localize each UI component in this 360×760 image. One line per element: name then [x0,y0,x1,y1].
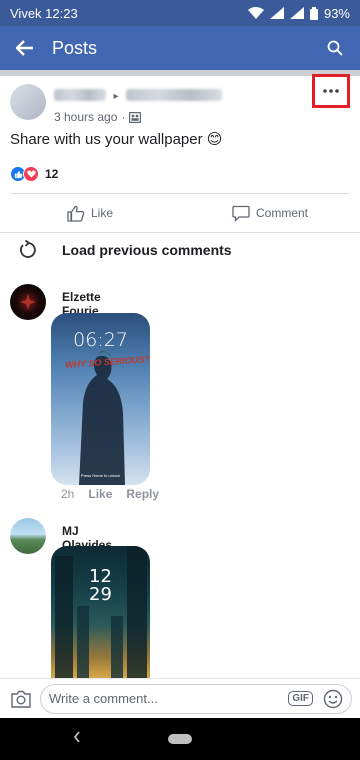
emoji-icon[interactable] [323,689,343,709]
group-icon [129,111,142,123]
wallpaper-footer-text: Press Home to unlock [80,473,121,478]
thumbs-up-icon [67,205,85,222]
post-author-name[interactable]: ▸ [54,86,222,104]
search-button[interactable] [322,35,348,61]
signal-icon [269,7,284,19]
status-bar: Vivek 12:23 93% [0,0,360,26]
comment-like-button[interactable]: Like [88,487,112,501]
comment-meta: 2h Like Reply [61,487,159,501]
gif-button[interactable]: GIF [288,691,313,706]
camera-button[interactable] [8,686,34,712]
load-previous-label: Load previous comments [62,242,232,258]
comment-input[interactable]: Write a comment... GIF [40,683,352,714]
like-label: Like [90,206,113,220]
back-button[interactable] [12,35,38,61]
post-header: ▸ 3 hours ago · [10,74,350,124]
post-author-avatar[interactable] [10,84,46,120]
comment-placeholder: Write a comment... [49,691,158,706]
like-button[interactable]: Like [0,198,180,228]
camera-icon [11,690,31,708]
system-nav-bar [0,718,360,760]
wallpaper-clock: 12 29 [89,566,112,605]
load-previous-comments[interactable]: Load previous comments [18,240,232,260]
comment-label: Comment [255,206,308,220]
nav-back-icon[interactable] [72,730,82,744]
signal-icon-2 [289,7,304,19]
love-reaction-icon [23,166,39,182]
battery-icon [309,6,318,20]
blurred-group-name [125,88,222,101]
battery-percent: 93% [323,5,350,21]
reaction-count: 12 [45,167,59,181]
more-horizontal-icon [323,89,339,93]
comment-time: 2h [61,487,75,501]
reaction-summary[interactable]: 12 [10,166,58,182]
status-carrier-time: Vivek 12:23 [10,5,78,21]
blurred-author-name [54,88,106,101]
search-icon [327,40,343,56]
more-options-button[interactable] [312,74,350,108]
wallpaper-clock: 06:27 [73,329,128,351]
divider [10,193,350,194]
app-bar: Posts [0,26,360,70]
wifi-icon [247,7,264,19]
comment-bubble-icon [232,205,250,222]
refresh-icon [20,240,36,258]
dot-separator: · [121,110,126,124]
comment-composer: Write a comment... GIF [0,678,360,718]
post-time: 3 hours ago [54,110,118,124]
comment-button[interactable]: Comment [180,198,360,228]
divider [0,232,360,233]
home-pill[interactable] [168,734,192,744]
comment-image[interactable]: 06:27 WHY SO SERIOUS? Press Home to unlo… [51,313,150,485]
arrow-left-icon [16,40,33,56]
caret-right-icon: ▸ [113,91,119,102]
comment-image[interactable]: 12 29 [51,546,150,678]
comment-reply-button[interactable]: Reply [126,487,159,501]
post-actions: Like Comment [0,198,360,228]
header-divider [0,70,360,76]
commenter-avatar[interactable] [10,518,46,554]
commenter-avatar[interactable] [10,284,46,320]
page-title: Posts [52,37,98,58]
post-text: Share with us your wallpaper 😊 [10,131,223,148]
